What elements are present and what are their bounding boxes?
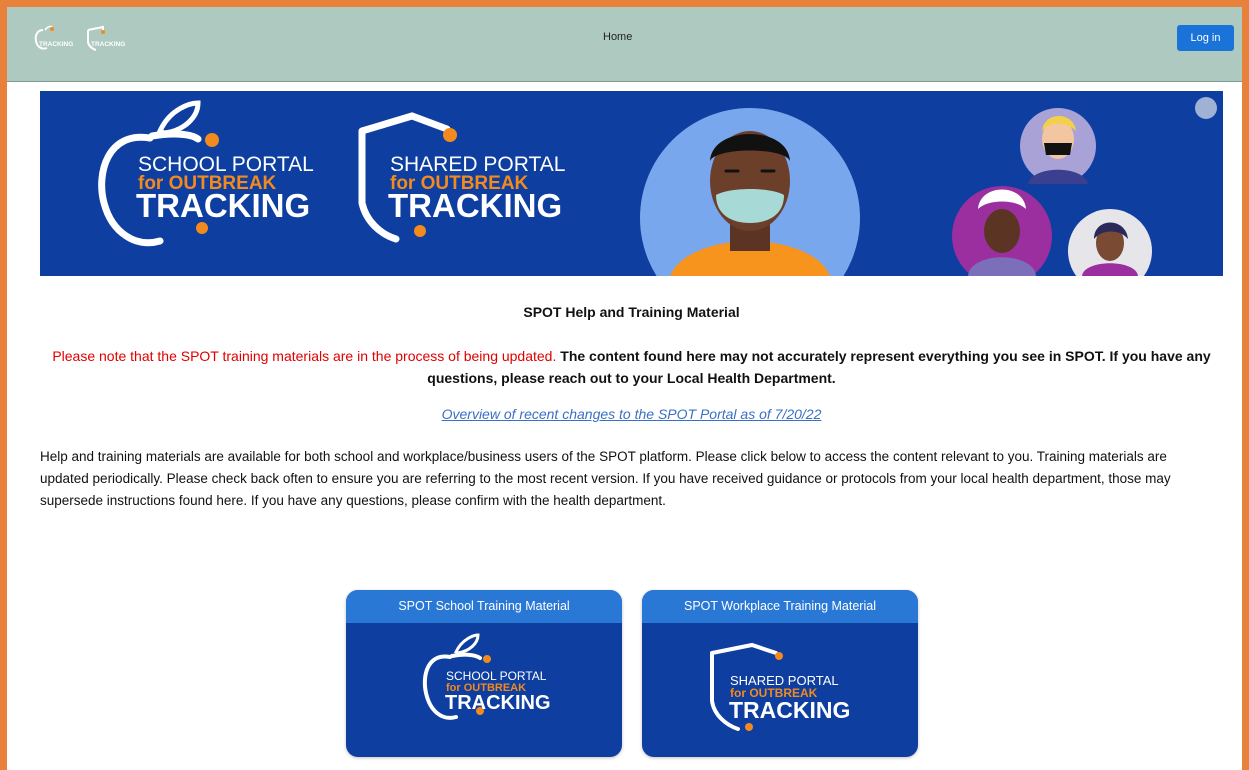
card1-logo-line3: TRACKING bbox=[445, 692, 551, 714]
update-notice: Please note that the SPOT training mater… bbox=[40, 345, 1223, 389]
avatar-illustration-1 bbox=[1020, 108, 1096, 184]
shared-portal-card-logo: SHARED PORTAL for OUTBREAK TRACKING bbox=[710, 642, 850, 731]
overview-changes-link[interactable]: Overview of recent changes to the SPOT P… bbox=[40, 406, 1223, 422]
header-logos[interactable]: TRACKING TRACKING bbox=[33, 24, 127, 52]
fullscreen-icon[interactable] bbox=[1195, 97, 1217, 119]
card1-logo-line1: SCHOOL PORTAL bbox=[446, 669, 547, 683]
workplace-training-card[interactable]: SPOT Workplace Training Material SHARED … bbox=[642, 590, 918, 757]
shared-portal-logo: SHARED PORTAL for OUTBREAK TRACKING bbox=[358, 112, 565, 243]
school-portal-logo-small: TRACKING bbox=[34, 25, 73, 50]
banner-logo1-line3: TRACKING bbox=[136, 187, 310, 224]
shared-portal-logo-small: TRACKING bbox=[87, 25, 125, 51]
login-button[interactable]: Log in bbox=[1177, 25, 1234, 51]
notice-red-text: Please note that the SPOT training mater… bbox=[52, 348, 557, 364]
avatar-illustration-3 bbox=[1068, 209, 1152, 276]
card2-logo-line3: TRACKING bbox=[729, 697, 850, 723]
small-logo-text-2: TRACKING bbox=[91, 41, 125, 48]
workplace-training-card-title: SPOT Workplace Training Material bbox=[642, 590, 918, 623]
masked-person-illustration bbox=[640, 108, 860, 276]
avatar-illustration-2 bbox=[952, 186, 1052, 276]
page-title: SPOT Help and Training Material bbox=[523, 304, 740, 320]
school-portal-card-logo: SCHOOL PORTAL for OUTBREAK TRACKING bbox=[422, 633, 551, 720]
school-training-card-title: SPOT School Training Material bbox=[346, 590, 622, 623]
school-portal-logo: SCHOOL PORTAL for OUTBREAK TRACKING bbox=[98, 100, 314, 247]
school-training-card[interactable]: SPOT School Training Material SCHOOL POR… bbox=[346, 590, 622, 757]
banner-illustration: SCHOOL PORTAL for OUTBREAK TRACKING SHAR… bbox=[98, 100, 1152, 276]
small-logo-text-1: TRACKING bbox=[39, 41, 73, 48]
banner-logo2-line3: TRACKING bbox=[388, 187, 562, 224]
intro-paragraph: Help and training materials are availabl… bbox=[40, 449, 1171, 508]
hero-banner: SCHOOL PORTAL for OUTBREAK TRACKING SHAR… bbox=[40, 91, 1223, 276]
top-navigation-bar: TRACKING TRACKING Home Log in bbox=[7, 7, 1242, 82]
nav-home-link[interactable]: Home bbox=[603, 31, 632, 43]
